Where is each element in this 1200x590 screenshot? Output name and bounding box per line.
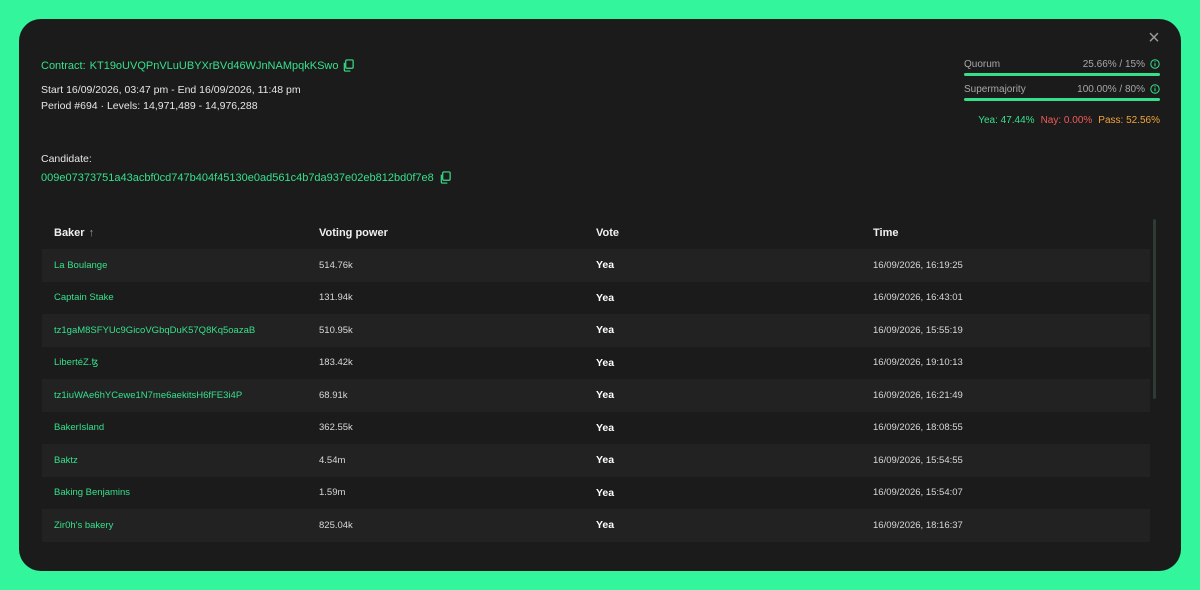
vote-value: Yea	[596, 454, 615, 467]
vote-value: Yea	[596, 259, 615, 272]
voting-power: 68.91k	[319, 389, 348, 401]
vote-time: 16/09/2026, 15:54:07	[873, 487, 963, 499]
nay-percent: Nay: 0.00%	[1040, 115, 1093, 126]
voting-power: 183.42k	[319, 357, 353, 369]
copy-icon[interactable]	[439, 171, 452, 184]
vote-value: Yea	[596, 519, 615, 532]
table-body: La Boulange 514.76k Yea 16/09/2026, 16:19:2…	[42, 249, 1150, 542]
table-row[interactable]: La Boulange 514.76k Yea 16/09/2026, 16:19:2…	[42, 249, 1150, 282]
vote-value: Yea	[596, 324, 615, 337]
voting-power: 514.76k	[319, 259, 353, 271]
baker-name[interactable]: Baking Benjamins	[42, 487, 319, 498]
supermajority-label: Supermajority	[964, 83, 1026, 95]
voting-power: 4.54m	[319, 454, 346, 466]
table-row[interactable]: Baktz 4.54m Yea 16/09/2026, 15:54:55	[42, 444, 1150, 477]
baker-name[interactable]: LibertéZ.ꜩ	[42, 357, 319, 368]
column-header-voting-power[interactable]: Voting power	[319, 227, 596, 239]
vote-value: Yea	[596, 421, 615, 434]
yea-percent: Yea: 47.44%	[978, 115, 1035, 126]
table-header: Baker ↑ Voting power Vote Time	[42, 217, 1150, 249]
baker-name[interactable]: tz1gaM8SFYUc9GicoVGbqDuK57Q8Kq5oazaB	[42, 325, 319, 336]
baker-name[interactable]: Baktz	[42, 455, 319, 466]
table-row[interactable]: Zir0h's bakery 825.04k Yea 16/09/2026, 18:1…	[42, 509, 1150, 542]
supermajority-bar	[964, 98, 1160, 101]
column-header-baker[interactable]: Baker ↑	[42, 227, 319, 239]
quorum-row: Quorum 25.66% / 15%	[964, 57, 1160, 71]
voting-power: 510.95k	[319, 324, 353, 336]
sort-arrow-icon[interactable]: ↑	[89, 227, 95, 239]
proposal-modal: × Contract: KT19oUVQPnVLuUBYXrBVd46WJnNA…	[19, 19, 1181, 571]
vote-value: Yea	[596, 389, 615, 402]
contract-line: Contract: KT19oUVQPnVLuUBYXrBVd46WJnNAMp…	[41, 59, 355, 72]
quorum-value: 25.66% / 15%	[1082, 58, 1145, 70]
vote-breakdown: Yea: 47.44% Nay: 0.00% Pass: 52.56%	[964, 115, 1160, 126]
period-levels: Period #694 · Levels: 14,971,489 - 14,97…	[41, 100, 258, 112]
vote-time: 16/09/2026, 16:21:49	[873, 389, 963, 401]
vote-time: 16/09/2026, 18:16:37	[873, 519, 963, 531]
vote-time: 16/09/2026, 16:19:25	[873, 259, 963, 271]
vote-time: 16/09/2026, 16:43:01	[873, 292, 963, 304]
baker-name[interactable]: BakerIsland	[42, 422, 319, 433]
candidate-label: Candidate:	[41, 153, 92, 165]
info-icon[interactable]	[1150, 59, 1160, 69]
vote-time: 16/09/2026, 19:10:13	[873, 357, 963, 369]
table-row[interactable]: Baking Benjamins 1.59m Yea 16/09/2026, 15:5…	[42, 477, 1150, 510]
period-info: Start 16/09/2026, 03:47 pm - End 16/09/2…	[41, 82, 301, 114]
candidate-line: 009e07373751a43acbf0cd747b404f45130e0ad5…	[41, 171, 452, 184]
baker-name[interactable]: La Boulange	[42, 260, 319, 271]
vote-value: Yea	[596, 291, 615, 304]
voting-power: 1.59m	[319, 487, 346, 499]
vote-time: 16/09/2026, 15:54:55	[873, 454, 963, 466]
voting-power: 131.94k	[319, 292, 353, 304]
baker-name[interactable]: Captain Stake	[42, 292, 319, 303]
table-scrollbar[interactable]	[1153, 219, 1156, 399]
vote-time: 16/09/2026, 18:08:55	[873, 422, 963, 434]
vote-value: Yea	[596, 486, 615, 499]
info-icon[interactable]	[1150, 84, 1160, 94]
quorum-label: Quorum	[964, 58, 1001, 70]
period-dates: Start 16/09/2026, 03:47 pm - End 16/09/2…	[41, 84, 301, 96]
column-header-time[interactable]: Time	[873, 227, 1150, 239]
voting-power: 362.55k	[319, 422, 353, 434]
column-header-vote[interactable]: Vote	[596, 227, 873, 239]
table-row[interactable]: tz1iuWAe6hYCewe1N7me6aekitsH6fFE3i4P 68.9…	[42, 379, 1150, 412]
contract-address[interactable]: KT19oUVQPnVLuUBYXrBVd46WJnNAMpqkKSwo	[90, 60, 339, 72]
vote-time: 16/09/2026, 15:55:19	[873, 324, 963, 336]
candidate-hash[interactable]: 009e07373751a43acbf0cd747b404f45130e0ad5…	[41, 172, 434, 184]
table-row[interactable]: LibertéZ.ꜩ 183.42k Yea 16/09/2026, 19:10:13	[42, 347, 1150, 380]
table-row[interactable]: tz1gaM8SFYUc9GicoVGbqDuK57Q8Kq5oazaB 510.…	[42, 314, 1150, 347]
supermajority-value: 100.00% / 80%	[1077, 83, 1145, 95]
table-row[interactable]: Captain Stake 131.94k Yea 16/09/2026, 16:43…	[42, 282, 1150, 315]
table-row[interactable]: BakerIsland 362.55k Yea 16/09/2026, 18:08:5…	[42, 412, 1150, 445]
quorum-bar	[964, 73, 1160, 76]
copy-icon[interactable]	[342, 59, 355, 72]
pass-percent: Pass: 52.56%	[1098, 115, 1160, 126]
contract-label: Contract:	[41, 59, 86, 72]
vote-stats: Quorum 25.66% / 15% Supermajority 100.00…	[964, 57, 1160, 126]
vote-value: Yea	[596, 356, 615, 369]
supermajority-row: Supermajority 100.00% / 80%	[964, 82, 1160, 96]
voting-power: 825.04k	[319, 519, 353, 531]
close-icon[interactable]: ×	[1145, 28, 1163, 48]
votes-table: Baker ↑ Voting power Vote Time La Boulang…	[42, 217, 1150, 571]
baker-name[interactable]: tz1iuWAe6hYCewe1N7me6aekitsH6fFE3i4P	[42, 390, 319, 401]
baker-name[interactable]: Zir0h's bakery	[42, 520, 319, 531]
